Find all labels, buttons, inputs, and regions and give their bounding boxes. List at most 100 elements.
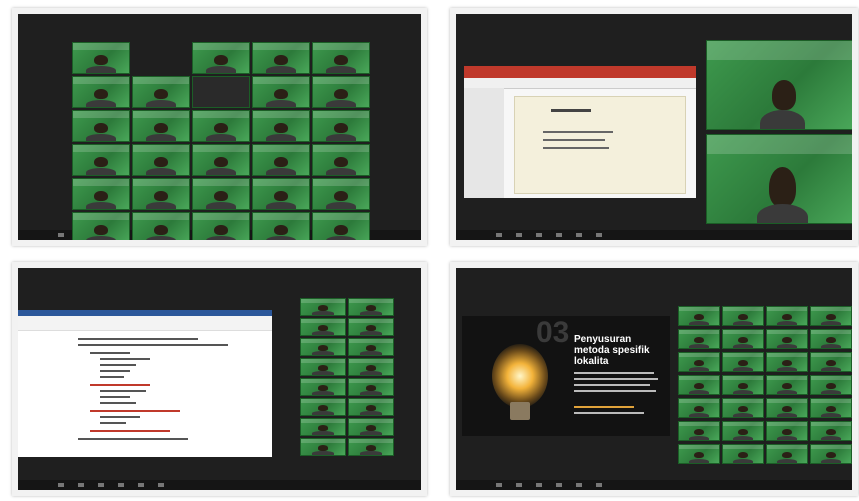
participant-video-tile[interactable] — [312, 144, 370, 176]
participant-video-tile[interactable] — [722, 421, 764, 441]
participant-video-tile[interactable] — [132, 110, 190, 142]
participant-video-tile[interactable] — [678, 329, 720, 349]
participant-video-tile[interactable] — [810, 421, 852, 441]
meeting-toolbar — [456, 230, 852, 240]
toolbar-button-icon[interactable] — [118, 483, 124, 487]
participant-video-tile[interactable] — [300, 338, 346, 356]
participant-video-tile[interactable] — [312, 110, 370, 142]
participant-video-tile[interactable] — [348, 318, 394, 336]
participant-video-tile[interactable] — [766, 352, 808, 372]
participant-video-tile[interactable] — [132, 178, 190, 210]
toolbar-button-icon[interactable] — [516, 483, 522, 487]
participant-video-tile[interactable] — [348, 338, 394, 356]
participant-video-tile[interactable] — [766, 329, 808, 349]
participant-video-tile[interactable] — [300, 358, 346, 376]
participant-video-tile[interactable] — [678, 306, 720, 326]
slide-thumbnails[interactable] — [464, 88, 504, 198]
participant-video-tile[interactable] — [348, 438, 394, 456]
participant-video-tile[interactable] — [192, 76, 250, 108]
meeting-toolbar — [456, 480, 852, 490]
participant-video-tile[interactable] — [72, 212, 130, 240]
slide-title — [551, 109, 591, 112]
toolbar-button-icon[interactable] — [536, 233, 542, 237]
participant-video-tile[interactable] — [72, 178, 130, 210]
speaker-video-tile[interactable] — [706, 40, 852, 130]
participant-video-tile[interactable] — [678, 444, 720, 464]
participant-video-tile[interactable] — [132, 144, 190, 176]
participant-video-tile[interactable] — [132, 212, 190, 240]
participant-video-tile[interactable] — [678, 398, 720, 418]
participant-video-tile[interactable] — [810, 398, 852, 418]
participant-video-tile[interactable] — [810, 352, 852, 372]
participant-video-tile[interactable] — [678, 352, 720, 372]
participant-video-tile[interactable] — [722, 306, 764, 326]
participant-video-tile[interactable] — [810, 444, 852, 464]
participant-video-tile[interactable] — [72, 110, 130, 142]
toolbar-button-icon[interactable] — [596, 483, 602, 487]
participant-video-tile[interactable] — [348, 298, 394, 316]
participant-video-tile[interactable] — [810, 306, 852, 326]
participant-video-tile[interactable] — [312, 178, 370, 210]
participant-video-tile[interactable] — [252, 42, 310, 74]
toolbar-button-icon[interactable] — [556, 233, 562, 237]
participant-video-tile[interactable] — [766, 398, 808, 418]
participant-video-tile[interactable] — [722, 352, 764, 372]
participant-video-tile[interactable] — [72, 42, 130, 74]
participant-video-tile[interactable] — [252, 144, 310, 176]
participant-video-tile[interactable] — [300, 378, 346, 396]
participant-video-tile[interactable] — [766, 421, 808, 441]
participant-video-tile[interactable] — [192, 42, 250, 74]
participant-video-tile[interactable] — [810, 375, 852, 395]
participant-video-tile[interactable] — [300, 438, 346, 456]
document-text-line — [78, 438, 188, 440]
participant-video-tile[interactable] — [722, 444, 764, 464]
participant-video-tile[interactable] — [766, 444, 808, 464]
participant-video-tile[interactable] — [132, 42, 190, 74]
participant-video-tile[interactable] — [72, 76, 130, 108]
participant-video-tile[interactable] — [722, 329, 764, 349]
participant-video-tile[interactable] — [192, 212, 250, 240]
toolbar-button-icon[interactable] — [58, 483, 64, 487]
toolbar-button-icon[interactable] — [496, 233, 502, 237]
participant-video-tile[interactable] — [810, 329, 852, 349]
participant-video-tile[interactable] — [192, 110, 250, 142]
participant-video-tile[interactable] — [252, 76, 310, 108]
participant-video-tile[interactable] — [192, 144, 250, 176]
toolbar-button-icon[interactable] — [516, 233, 522, 237]
participant-video-tile[interactable] — [678, 375, 720, 395]
participant-video-tile[interactable] — [252, 212, 310, 240]
participant-video-tile[interactable] — [348, 378, 394, 396]
participant-video-tile[interactable] — [312, 76, 370, 108]
participant-video-tile[interactable] — [312, 212, 370, 240]
toolbar-button-icon[interactable] — [58, 233, 64, 237]
toolbar-button-icon[interactable] — [98, 483, 104, 487]
toolbar-button-icon[interactable] — [536, 483, 542, 487]
participant-video-tile[interactable] — [312, 42, 370, 74]
participant-video-tile[interactable] — [300, 318, 346, 336]
participant-video-tile[interactable] — [132, 76, 190, 108]
toolbar-button-icon[interactable] — [576, 483, 582, 487]
speaker-video-tile[interactable] — [706, 134, 852, 224]
toolbar-button-icon[interactable] — [138, 483, 144, 487]
participant-video-tile[interactable] — [678, 421, 720, 441]
participant-video-tile[interactable] — [252, 110, 310, 142]
participant-video-tile[interactable] — [348, 398, 394, 416]
toolbar-button-icon[interactable] — [576, 233, 582, 237]
participant-video-tile[interactable] — [300, 298, 346, 316]
participant-video-tile[interactable] — [300, 418, 346, 436]
participant-video-tile[interactable] — [348, 358, 394, 376]
participant-video-tile[interactable] — [300, 398, 346, 416]
participant-video-tile[interactable] — [722, 375, 764, 395]
participant-video-tile[interactable] — [722, 398, 764, 418]
participant-video-tile[interactable] — [192, 178, 250, 210]
toolbar-button-icon[interactable] — [496, 483, 502, 487]
participant-video-tile[interactable] — [766, 375, 808, 395]
participant-video-tile[interactable] — [72, 144, 130, 176]
participant-video-tile[interactable] — [766, 306, 808, 326]
toolbar-button-icon[interactable] — [78, 483, 84, 487]
toolbar-button-icon[interactable] — [556, 483, 562, 487]
toolbar-button-icon[interactable] — [596, 233, 602, 237]
toolbar-button-icon[interactable] — [158, 483, 164, 487]
participant-video-tile[interactable] — [252, 178, 310, 210]
participant-video-tile[interactable] — [348, 418, 394, 436]
